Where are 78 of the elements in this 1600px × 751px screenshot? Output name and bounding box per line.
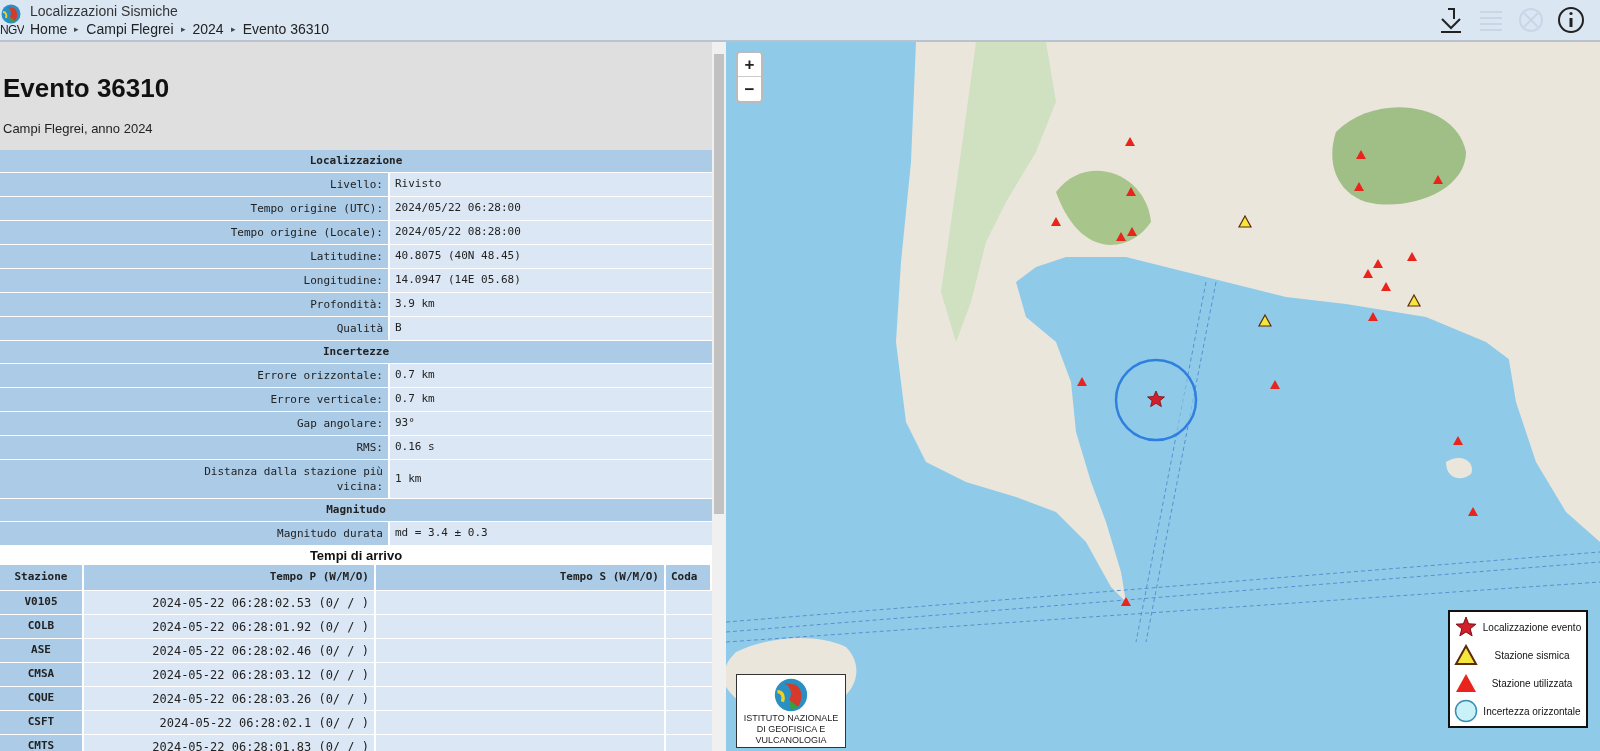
field-label: Tempo origine (Locale): — [0, 221, 390, 244]
field-label: Errore verticale: — [0, 388, 390, 411]
field-value: Rivisto — [390, 173, 712, 196]
station-triangle-icon[interactable] — [1258, 313, 1272, 327]
station-cell: V0105 — [0, 591, 84, 614]
event-star-icon[interactable] — [1147, 390, 1165, 407]
app-title: Localizzazioni Sismiche — [30, 2, 179, 20]
breadcrumb-link[interactable]: 2024 — [192, 20, 224, 38]
station-cell: CSFT — [0, 711, 84, 734]
p-time-cell: 2024-05-22 06:28:01.92 (0/ / ) — [84, 615, 376, 638]
legend-label: Stazione utilizzata — [1490, 676, 1574, 691]
column-header: Tempo S (W/M/O) — [376, 565, 666, 590]
triangle-icon — [1454, 644, 1478, 666]
field-value: 40.8075 (40N 48.45) — [390, 245, 712, 268]
p-time-cell: 2024-05-22 06:28:02.46 (0/ / ) — [84, 639, 376, 662]
field-value: 93° — [390, 412, 712, 435]
field-value: 0.7 km — [390, 364, 712, 387]
zoom-out-button[interactable]: − — [738, 77, 761, 101]
field-label: Gap angolare: — [0, 412, 390, 435]
field-label: Errore orizzontale: — [0, 364, 390, 387]
field-value: 3.9 km — [390, 293, 712, 316]
column-header: Tempo P (W/M/O) — [84, 565, 376, 590]
section-header: Localizzazione — [0, 150, 712, 173]
station-triangle-icon[interactable] — [1407, 293, 1421, 307]
logo-caption: ISTITUTO NAZIONALE DI GEOFISICA E VULCANOLOGIA — [742, 713, 840, 746]
p-time-cell: 2024-05-22 06:28:02.53 (0/ / ) — [84, 591, 376, 614]
field-label: Livello: — [0, 173, 390, 196]
islet — [1446, 457, 1472, 479]
p-time-cell: 2024-05-22 06:28:03.26 (0/ / ) — [84, 687, 376, 710]
scrollbar[interactable] — [712, 42, 726, 751]
field-value: 1 km — [390, 460, 712, 498]
breadcrumb-link[interactable]: Home — [30, 20, 68, 38]
circle-icon — [1454, 699, 1478, 723]
field-label: Latitudine: — [0, 245, 390, 268]
breadcrumb-separator: ▸ — [180, 23, 186, 36]
legend-label: Stazione sismica — [1493, 648, 1571, 663]
field-label: RMS: — [0, 436, 390, 459]
field-value: 0.16 s — [390, 436, 712, 459]
globe-icon — [774, 678, 808, 712]
station-cell: CMSA — [0, 663, 84, 686]
breadcrumb-link[interactable]: Evento 36310 — [242, 20, 330, 38]
field-label: Distanza dalla stazione più vicina: — [0, 460, 390, 498]
section-header: Magnitudo — [0, 499, 712, 522]
scrollbar-thumb[interactable] — [714, 54, 724, 514]
breadcrumb-link[interactable]: Campi Flegrei — [86, 20, 174, 38]
field-value: 2024/05/22 08:28:00 — [390, 221, 712, 244]
station-cell: ASE — [0, 639, 84, 662]
breadcrumb-separator: ▸ — [230, 23, 236, 36]
column-header: Coda — [666, 565, 712, 590]
event-title: Evento 36310 — [3, 72, 171, 104]
field-value: 2024/05/22 06:28:00 — [390, 197, 712, 220]
field-value: md = 3.4 ± 0.3 — [390, 522, 712, 545]
field-value: B — [390, 317, 712, 340]
p-time-cell: 2024-05-22 06:28:03.12 (0/ / ) — [84, 663, 376, 686]
map[interactable]: + − Localizzazione evento Stazione sismica Stazione utilizzata Incertezza orizzontale ISTITUTO NAZIONALE DI GEOFISICA E VULCANOLOGIA — [726, 42, 1600, 751]
station-triangle-icon[interactable] — [1238, 214, 1252, 228]
field-label: Longitudine: — [0, 269, 390, 292]
station-cell: CMTS — [0, 735, 84, 751]
field-label: Tempo origine (UTC): — [0, 197, 390, 220]
logo-text: NGV — [0, 22, 24, 38]
legend-label: Localizzazione evento — [1482, 620, 1582, 635]
breadcrumb-separator: ▸ — [74, 23, 80, 36]
event-subtitle: Campi Flegrei, anno 2024 — [3, 120, 154, 138]
section-header: Incertezze — [0, 341, 712, 364]
star-icon — [1455, 616, 1477, 638]
station-cell: CQUE — [0, 687, 84, 710]
field-value: 14.0947 (14E 05.68) — [390, 269, 712, 292]
globe-icon — [1, 4, 21, 24]
legend-label: Incertezza orizzontale — [1482, 704, 1582, 719]
field-value: 0.7 km — [390, 388, 712, 411]
field-label: Profondità: — [0, 293, 390, 316]
triangle-icon — [1455, 673, 1477, 693]
column-header: Stazione — [0, 565, 84, 590]
p-time-cell: 2024-05-22 06:28:02.1 (0/ / ) — [84, 711, 376, 734]
field-label: Qualità — [0, 317, 390, 340]
field-label: Magnitudo durata — [0, 522, 390, 545]
station-cell: COLB — [0, 615, 84, 638]
zoom-in-button[interactable]: + — [738, 53, 761, 77]
